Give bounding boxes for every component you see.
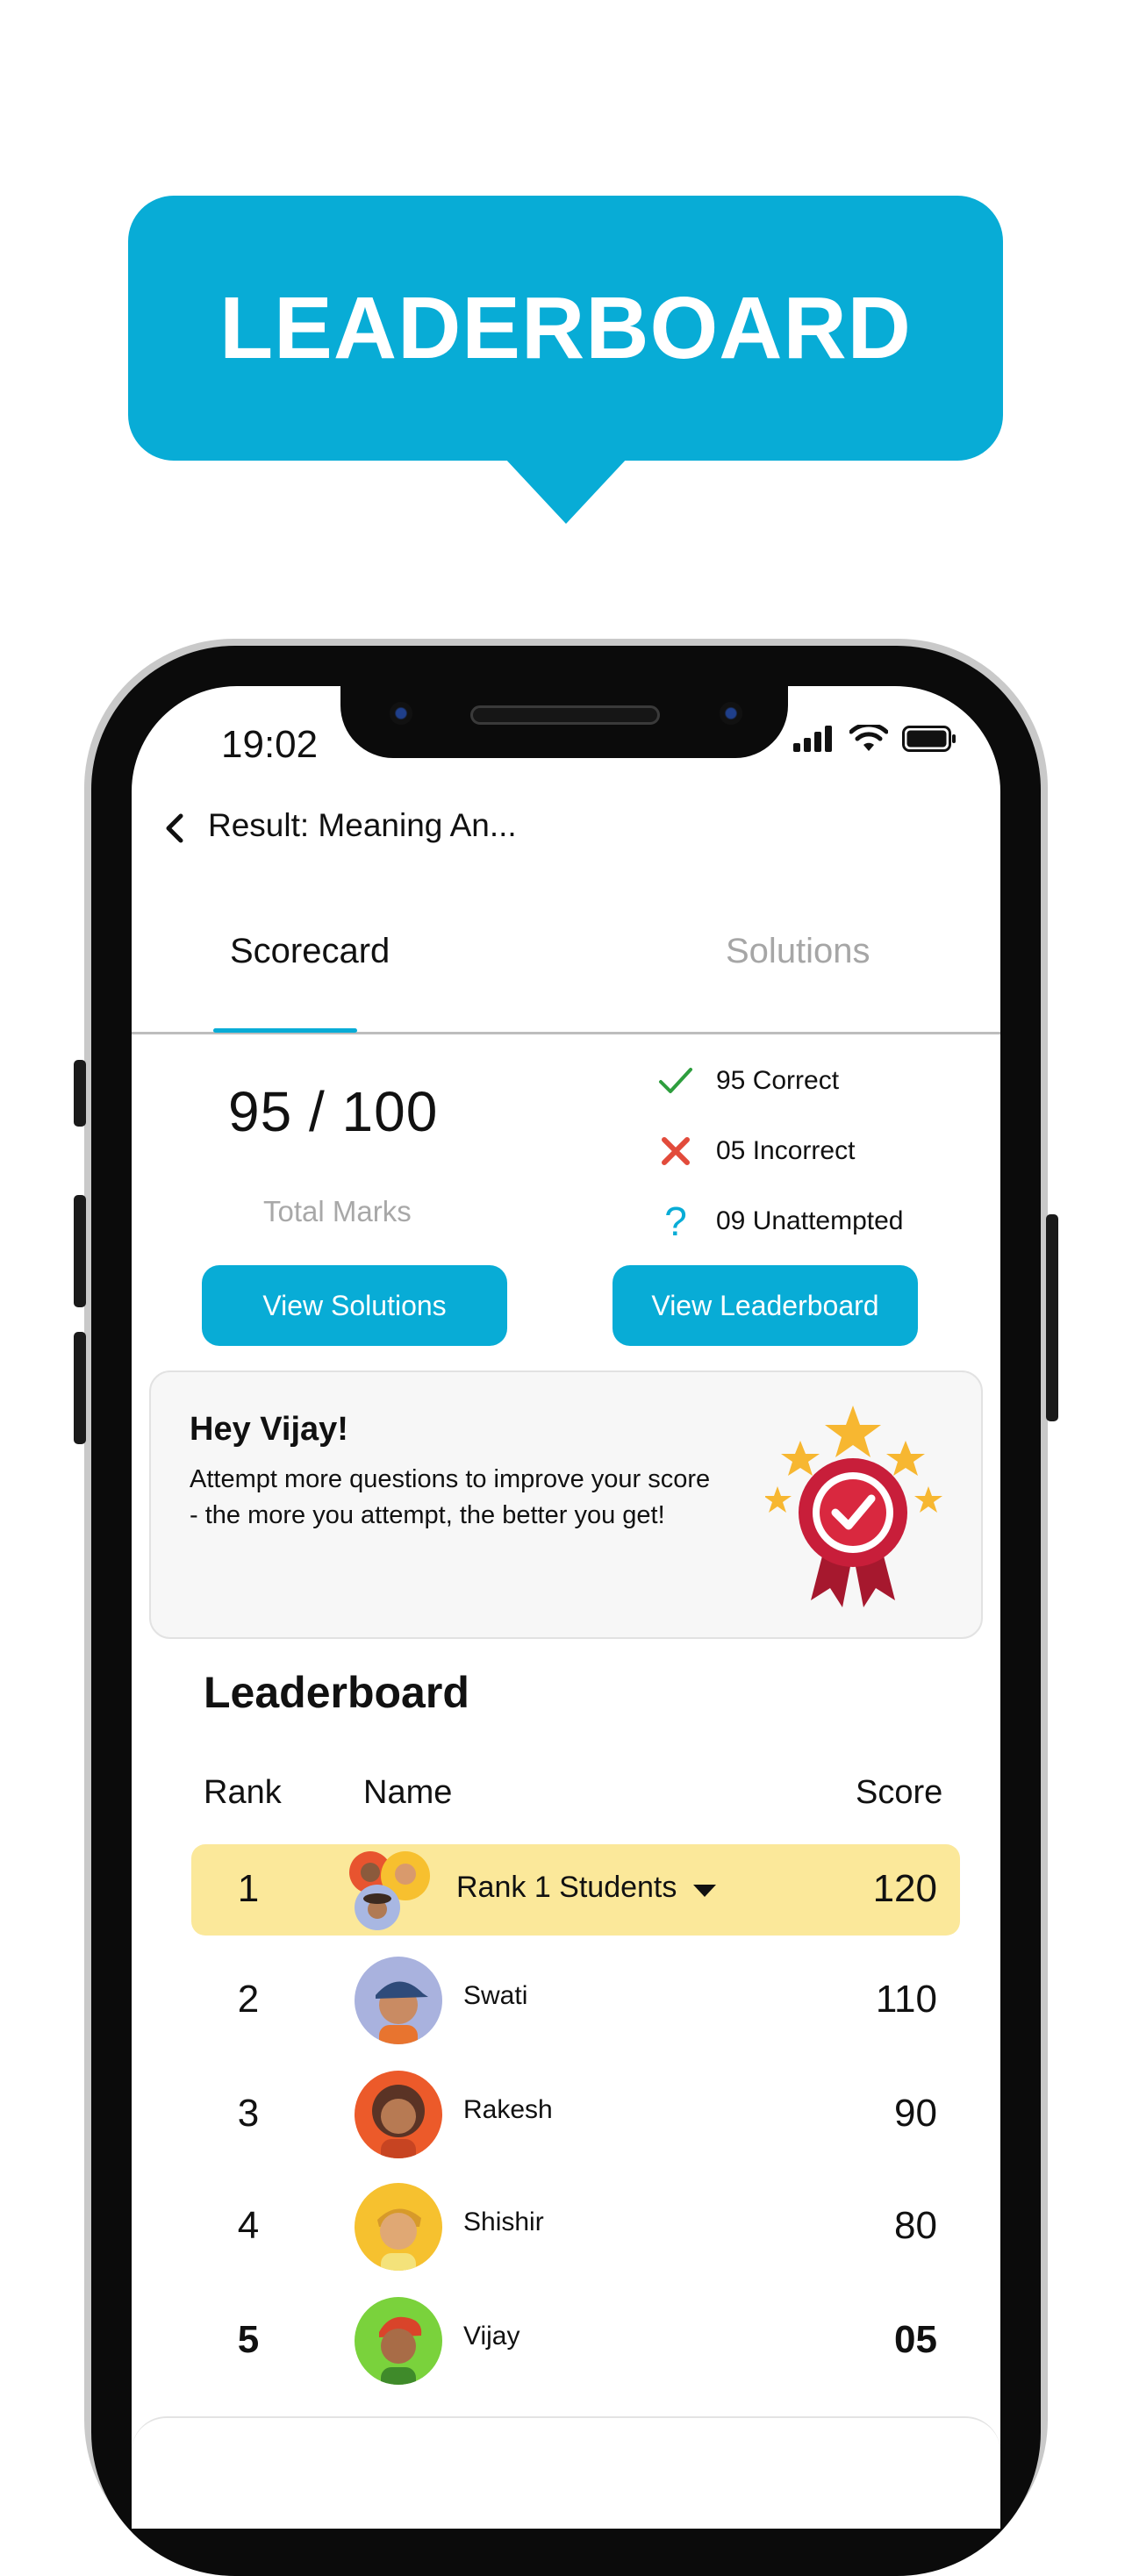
stat-unattempted: ? 09 Unattempted (658, 1199, 904, 1244)
stat-correct-text: 95 Correct (716, 1066, 840, 1095)
banner-pointer (505, 458, 627, 524)
power-button (1046, 1214, 1058, 1421)
stat-correct: 95 Correct (658, 1063, 839, 1098)
stat-incorrect-text: 05 Incorrect (716, 1136, 856, 1165)
question-icon: ? (664, 1199, 687, 1244)
leaderboard-row: 3 Rakesh 90 (191, 2069, 960, 2160)
page-title: Result: Meaning An... (208, 807, 517, 843)
row-score: 120 (872, 1867, 937, 1910)
phone-screen: 19:02 Result: Meaning An... Scorecard So… (132, 686, 1000, 2529)
motivation-text: Attempt more questions to improve your s… (190, 1465, 711, 1529)
leaderboard-row-current-user: 5 Vijay 05 (191, 2295, 960, 2386)
motivation-card: Hey Vijay! Attempt more questions to imp… (149, 1370, 983, 1639)
stat-incorrect: 05 Incorrect (658, 1134, 855, 1169)
wifi-icon (849, 725, 888, 751)
back-arrow-icon[interactable] (158, 811, 193, 846)
row-rank: 1 (237, 1867, 260, 1910)
award-badge-icon (765, 1406, 942, 1607)
camera-icon (390, 702, 412, 725)
volume-down-button (74, 1332, 86, 1444)
status-time: 19:02 (221, 723, 319, 766)
row-score: 05 (894, 2318, 937, 2361)
signal-icon (793, 726, 832, 752)
bottom-sheet (132, 2416, 1000, 2529)
stat-unattempted-text: 09 Unattempted (716, 1206, 904, 1235)
row-rank: 2 (237, 1978, 260, 2021)
leaderboard-row: 2 Swati 110 (191, 1955, 960, 2046)
volume-up-button (74, 1195, 86, 1307)
row-name: Vijay (463, 2322, 520, 2351)
row-score: 110 (875, 1978, 937, 2021)
row-name: Rank 1 Students (456, 1871, 677, 1904)
total-score: 95 / 100 (228, 1080, 439, 1143)
motivation-title: Hey Vijay! (190, 1411, 348, 1448)
battery-icon (902, 726, 956, 752)
active-tab-indicator (213, 1028, 357, 1033)
avatar (355, 2297, 442, 2385)
row-rank: 5 (237, 2318, 260, 2361)
row-name: Shishir (463, 2207, 544, 2236)
row-score: 90 (894, 2092, 937, 2135)
cross-icon (658, 1134, 693, 1169)
leaderboard-banner: LEADERBOARD (128, 196, 1003, 461)
leaderboard-title: Leaderboard (204, 1668, 469, 1717)
sensor-icon (720, 702, 742, 725)
group-avatar-icon (349, 1851, 430, 1930)
column-name: Name (363, 1774, 453, 1811)
view-leaderboard-button[interactable]: View Leaderboard (613, 1265, 918, 1346)
leaderboard-row-top[interactable]: 1 Rank 1 Students 120 (191, 1844, 960, 1936)
avatar (355, 1957, 442, 2044)
banner-title: LEADERBOARD (219, 278, 912, 377)
tab-scorecard[interactable]: Scorecard (230, 932, 390, 971)
notch (340, 686, 788, 758)
total-marks-label: Total Marks (263, 1195, 412, 1227)
view-solutions-button[interactable]: View Solutions (202, 1265, 507, 1346)
row-name: Swati (463, 1981, 528, 2010)
leaderboard-row: 4 Shishir 80 (191, 2181, 960, 2272)
column-rank: Rank (204, 1774, 282, 1811)
column-score: Score (856, 1774, 943, 1811)
avatar (355, 2071, 442, 2158)
speaker-grille (470, 705, 660, 725)
status-icons (793, 725, 956, 753)
row-name: Rakesh (463, 2095, 553, 2124)
tab-solutions[interactable]: Solutions (726, 932, 870, 971)
check-icon (658, 1063, 693, 1098)
row-rank: 4 (237, 2204, 260, 2247)
chevron-down-icon[interactable] (693, 1885, 716, 1897)
row-rank: 3 (237, 2092, 260, 2135)
mute-switch (74, 1060, 86, 1127)
avatar (355, 2183, 442, 2271)
row-score: 80 (894, 2204, 937, 2247)
